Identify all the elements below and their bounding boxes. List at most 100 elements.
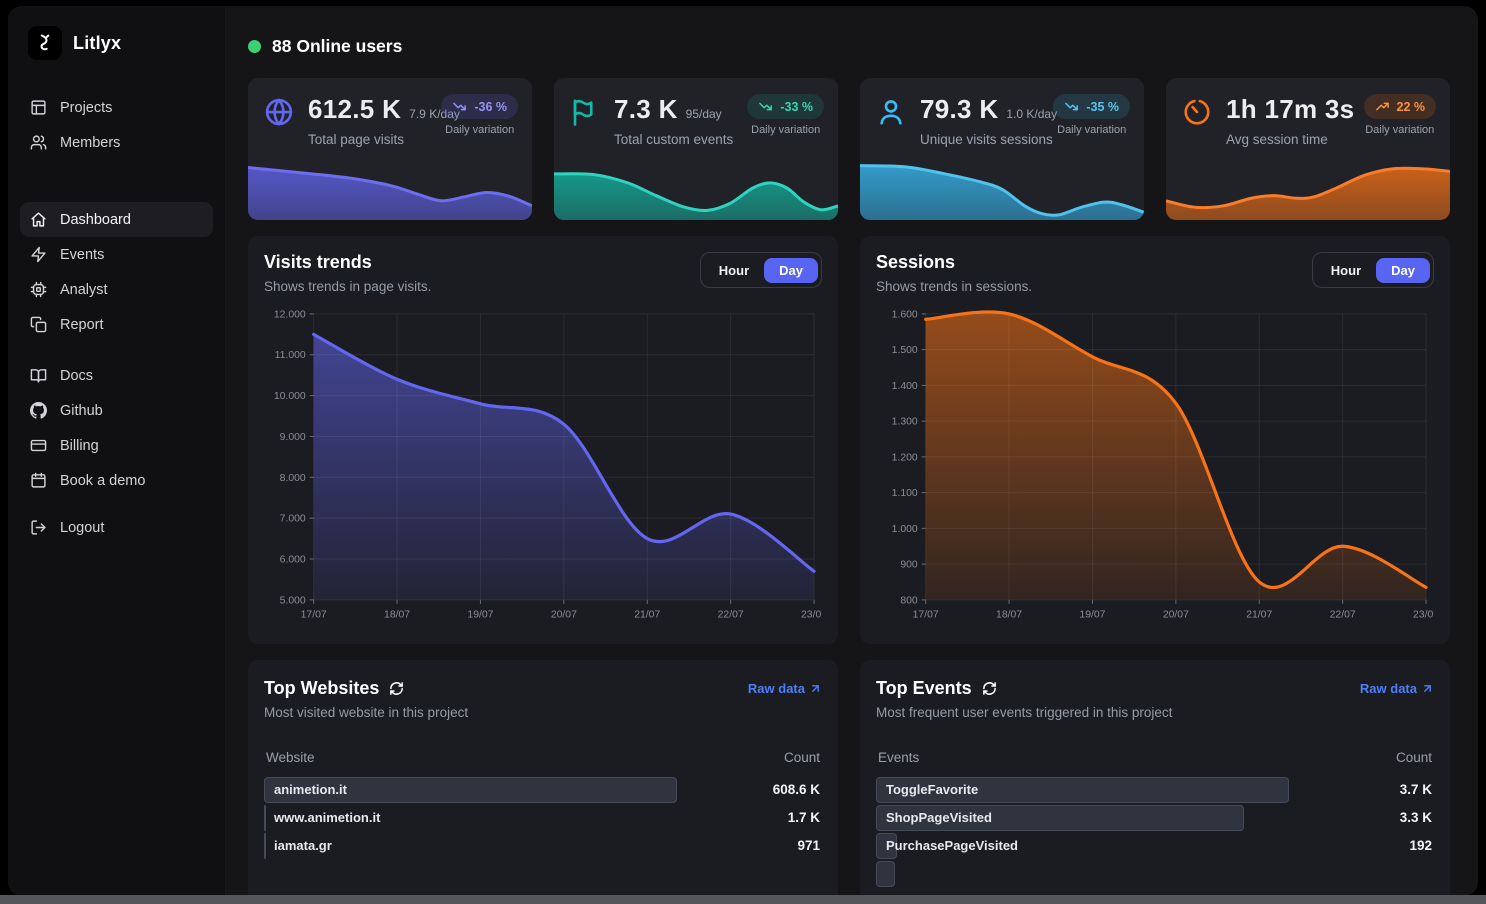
table-row[interactable]: iamata.gr 971 — [264, 832, 822, 860]
sidebar-item-github[interactable]: Github — [20, 393, 213, 428]
raw-data-link[interactable]: Raw data — [1360, 681, 1434, 696]
row-count: 971 — [797, 838, 822, 853]
sidebar-item-label: Book a demo — [60, 473, 145, 489]
panel-title: Sessions — [876, 252, 1032, 273]
sidebar-item-projects[interactable]: Projects — [20, 90, 213, 125]
svg-text:21/07: 21/07 — [634, 610, 660, 621]
badge-value: -35 % — [1086, 100, 1119, 114]
sidebar-item-dashboard[interactable]: Dashboard — [20, 202, 213, 237]
sessions-panel: Sessions Shows trends in sessions. Hour … — [860, 236, 1450, 644]
daily-variation-label: Daily variation — [747, 124, 824, 136]
panel-title: Visits trends — [264, 252, 431, 273]
row-label: www.animetion.it — [264, 810, 380, 825]
ai-chip-icon — [30, 281, 47, 298]
sparkline-chart — [860, 156, 1144, 220]
sidebar-item-label: Analyst — [60, 282, 108, 298]
table-body: animetion.it608.6 Kwww.animetion.it1.7 K… — [264, 776, 822, 860]
sidebar-item-label: Billing — [60, 438, 99, 454]
sidebar-item-book-a-demo[interactable]: Book a demo — [20, 463, 213, 498]
svg-text:20/07: 20/07 — [551, 610, 577, 621]
sidebar-item-logout[interactable]: Logout — [20, 510, 213, 545]
granularity-toggle: Hour Day — [1312, 252, 1434, 288]
panel-title: Top Events — [876, 678, 972, 699]
granularity-toggle: Hour Day — [700, 252, 822, 288]
flag-icon — [570, 97, 600, 132]
stat-value: 7.3 K — [614, 94, 678, 125]
column-name: Events — [878, 750, 919, 765]
sidebar-item-docs[interactable]: Docs — [20, 358, 213, 393]
row-label: PurchasePageVisited — [876, 838, 1018, 853]
svg-text:9.000: 9.000 — [280, 432, 306, 443]
svg-text:19/07: 19/07 — [467, 610, 493, 621]
book-icon — [30, 367, 47, 384]
svg-text:22/07: 22/07 — [1330, 610, 1356, 621]
sidebar-item-billing[interactable]: Billing — [20, 428, 213, 463]
online-users-status: 88 Online users — [248, 36, 1450, 57]
top-events-panel: Top Events Most frequent user events tri… — [860, 660, 1450, 896]
visits-trends-panel: Visits trends Shows trends in page visit… — [248, 236, 838, 644]
sidebar-item-analyst[interactable]: Analyst — [20, 272, 213, 307]
sidebar-item-events[interactable]: Events — [20, 237, 213, 272]
stat-card-avg-session-time: 1h 17m 3s Avg session time 22 % Daily va… — [1166, 78, 1450, 220]
toggle-day-button[interactable]: Day — [1376, 258, 1430, 283]
report-icon — [30, 316, 47, 333]
trending-down-icon — [758, 99, 773, 114]
github-icon — [30, 402, 47, 419]
tables-row: Top Websites Most visited website in thi… — [248, 660, 1450, 896]
litlyx-logo-icon — [28, 26, 62, 60]
stat-card-unique-visits-sessions: 79.3 K 1.0 K/day Unique visits sessions … — [860, 78, 1144, 220]
panel-title: Top Websites — [264, 678, 379, 699]
row-label: iamata.gr — [264, 838, 332, 853]
table-row[interactable]: animetion.it608.6 K — [264, 776, 822, 804]
refresh-icon[interactable] — [982, 681, 997, 696]
zap-icon — [30, 246, 47, 263]
sidebar-item-label: Docs — [60, 368, 93, 384]
table-row[interactable]: ShopPageVisited 3.3 K — [876, 804, 1434, 832]
sidebar-item-label: Logout — [60, 520, 104, 536]
daily-variation-badge: -36 % — [441, 94, 518, 119]
table-header: Events Count — [876, 750, 1434, 765]
stat-rate: 95/day — [686, 107, 722, 121]
row-label: ShopPageVisited — [876, 810, 992, 825]
app-title: Litlyx — [73, 33, 121, 54]
refresh-icon[interactable] — [389, 681, 404, 696]
table-row[interactable]: www.animetion.it1.7 K — [264, 804, 822, 832]
stat-label: Unique visits sessions — [920, 132, 1053, 147]
row-count: 3.3 K — [1400, 810, 1434, 825]
raw-data-label: Raw data — [1360, 681, 1417, 696]
sidebar: Litlyx Projects Members Dashboard Events… — [8, 6, 226, 896]
svg-text:22/07: 22/07 — [718, 610, 744, 621]
badge-value: 22 % — [1397, 100, 1426, 114]
daily-variation-label: Daily variation — [1053, 124, 1130, 136]
table-row[interactable] — [876, 860, 1434, 888]
toggle-hour-button[interactable]: Hour — [1316, 258, 1376, 283]
sidebar-item-members[interactable]: Members — [20, 125, 213, 160]
daily-variation-label: Daily variation — [1364, 124, 1437, 136]
table-row[interactable]: PurchasePageVisited192 — [876, 832, 1434, 860]
svg-text:7.000: 7.000 — [280, 514, 306, 525]
svg-text:10.000: 10.000 — [274, 391, 306, 402]
svg-text:11.000: 11.000 — [275, 350, 306, 361]
stat-label: Total page visits — [308, 132, 441, 147]
svg-text:17/07: 17/07 — [913, 610, 939, 621]
stat-card-total-page-visits: 612.5 K 7.9 K/day Total page visits -36 … — [248, 78, 532, 220]
stat-label: Total custom events — [614, 132, 733, 147]
raw-data-link[interactable]: Raw data — [748, 681, 822, 696]
table-row[interactable]: ToggleFavorite3.7 K — [876, 776, 1434, 804]
daily-variation-badge: -33 % — [747, 94, 824, 119]
sidebar-item-report[interactable]: Report — [20, 307, 213, 342]
calendar-icon — [30, 472, 47, 489]
charts-row: Visits trends Shows trends in page visit… — [248, 236, 1450, 644]
panel-subtitle: Shows trends in page visits. — [264, 279, 431, 294]
svg-text:1.000: 1.000 — [892, 524, 918, 535]
table-body: ToggleFavorite3.7 K ShopPageVisited 3.3 K P… — [876, 776, 1434, 888]
svg-text:1.100: 1.100 — [892, 488, 918, 499]
toggle-day-button[interactable]: Day — [764, 258, 818, 283]
logout-icon — [30, 519, 47, 536]
panel-subtitle: Most visited website in this project — [264, 705, 468, 720]
trending-down-icon — [452, 99, 467, 114]
svg-text:5.000: 5.000 — [280, 595, 306, 606]
toggle-hour-button[interactable]: Hour — [704, 258, 764, 283]
daily-variation-label: Daily variation — [441, 124, 518, 136]
trending-up-icon — [1375, 99, 1390, 114]
